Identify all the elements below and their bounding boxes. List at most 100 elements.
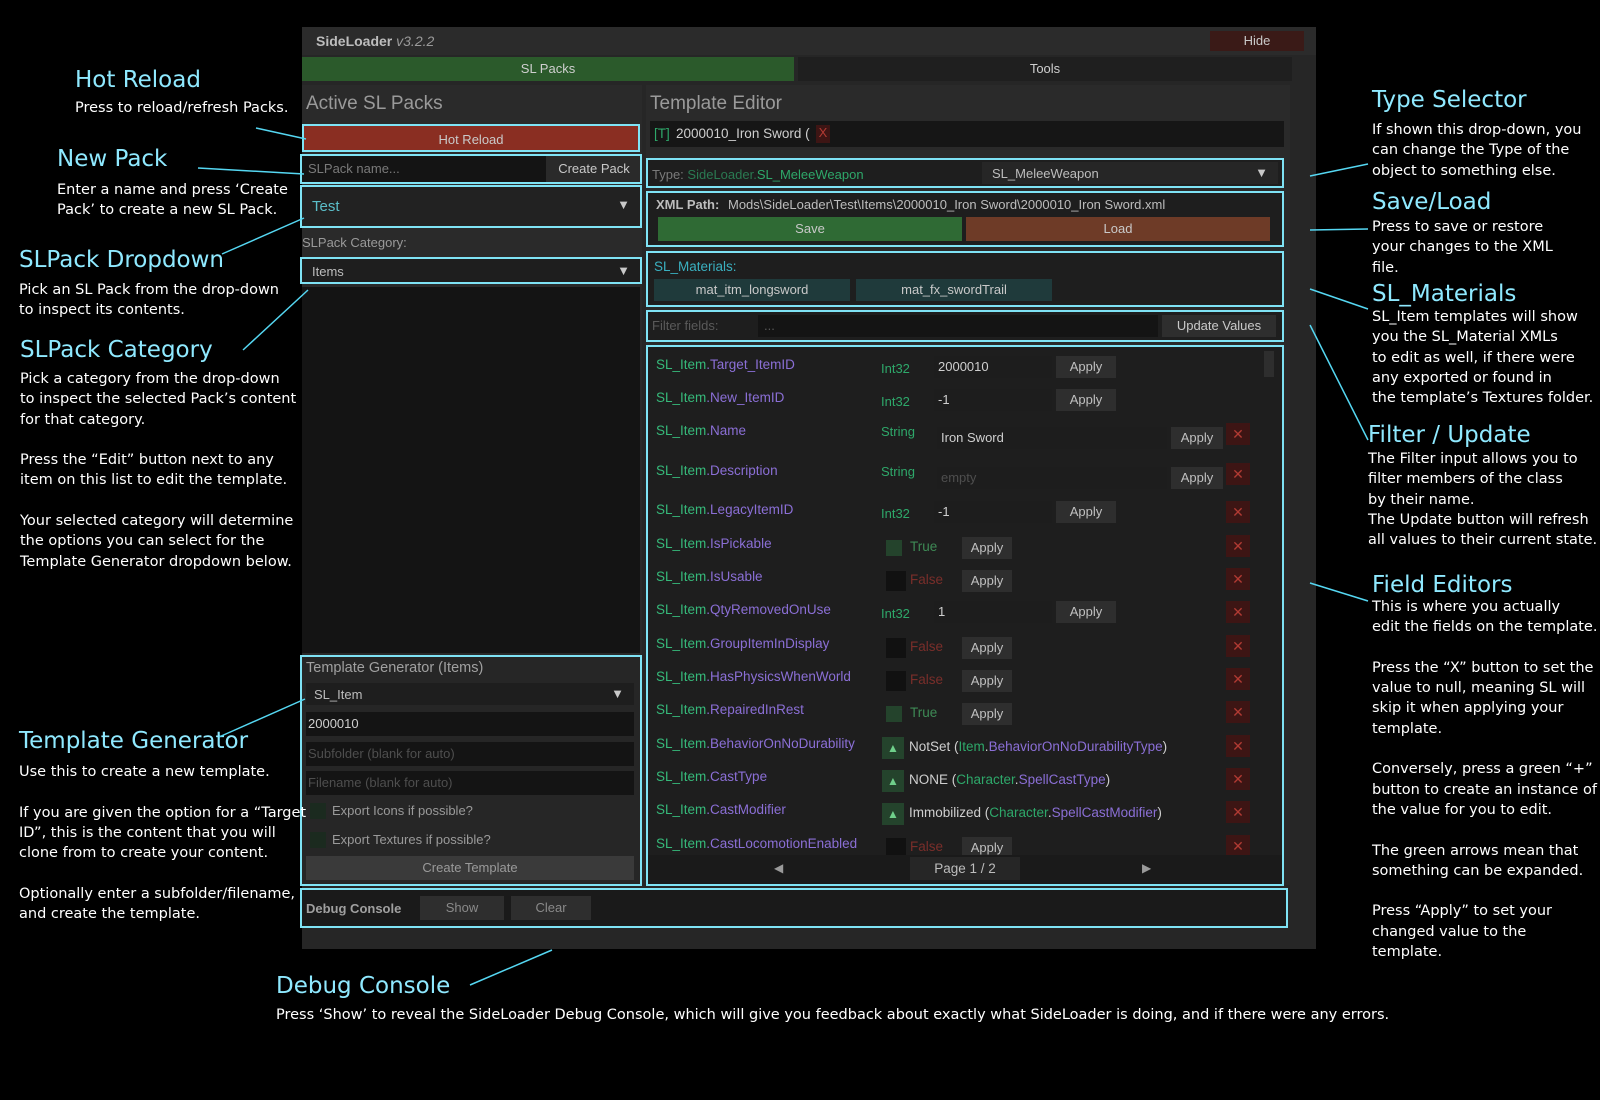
page-indicator: Page 1 / 2 bbox=[910, 857, 1020, 880]
export-icons-checkbox[interactable] bbox=[310, 803, 326, 819]
annotation-text-new-pack: Enter a name and press ‘Create Pack’ to … bbox=[57, 182, 288, 219]
filter-input[interactable]: ... bbox=[758, 315, 1158, 337]
set-null-x-button[interactable]: ✕ bbox=[1226, 568, 1250, 590]
apply-button[interactable]: Apply bbox=[1056, 601, 1116, 623]
category-dropdown-value: Items bbox=[312, 264, 344, 279]
debug-clear-button[interactable]: Clear bbox=[511, 896, 591, 920]
pack-dropdown[interactable]: Test ▼ bbox=[302, 187, 640, 226]
apply-button[interactable]: Apply bbox=[962, 703, 1012, 725]
set-null-x-button[interactable]: ✕ bbox=[1226, 835, 1250, 855]
enum-class: Character bbox=[989, 805, 1048, 820]
field-value-input[interactable]: -1 bbox=[934, 389, 1052, 411]
target-id-input[interactable]: 2000010 bbox=[306, 712, 634, 736]
pack-name-input[interactable]: SLPack name... bbox=[302, 156, 546, 182]
callout-line-save-load bbox=[1309, 228, 1369, 231]
field-value-input[interactable]: -1 bbox=[934, 501, 1052, 523]
set-null-x-button[interactable]: ✕ bbox=[1226, 635, 1250, 657]
set-null-x-button[interactable]: ✕ bbox=[1226, 463, 1250, 485]
field-bool-checkbox[interactable] bbox=[886, 571, 906, 591]
next-page-icon[interactable]: ▶ bbox=[1142, 861, 1151, 875]
pack-dropdown-value: Test bbox=[312, 198, 340, 215]
apply-button[interactable]: Apply bbox=[962, 837, 1012, 855]
tab-sl-packs[interactable]: SL Packs bbox=[302, 57, 794, 81]
field-bool-checkbox[interactable] bbox=[886, 540, 902, 556]
load-button[interactable]: Load bbox=[966, 217, 1270, 241]
title-bar[interactable]: SideLoader v3.2.2 Hide bbox=[302, 27, 1316, 55]
field-class: SL_Item bbox=[656, 736, 707, 751]
field-value-input[interactable]: empty bbox=[937, 467, 1167, 489]
category-items-list[interactable] bbox=[302, 287, 640, 653]
enum-type: SpellCastModifier bbox=[1051, 805, 1158, 820]
apply-button[interactable]: Apply bbox=[962, 670, 1012, 692]
export-textures-checkbox[interactable] bbox=[310, 832, 326, 848]
set-null-x-button[interactable]: ✕ bbox=[1226, 601, 1250, 623]
close-template-icon[interactable]: X bbox=[816, 125, 830, 143]
apply-button[interactable]: Apply bbox=[1171, 467, 1223, 489]
category-dropdown[interactable]: Items ▼ bbox=[302, 259, 640, 282]
field-list[interactable]: SL_Item.Target_ItemID Int32 2000010 Apply SL… bbox=[648, 347, 1268, 855]
prev-page-icon[interactable]: ◀ bbox=[774, 861, 783, 875]
field-class: SL_Item bbox=[656, 669, 707, 684]
template-type-dropdown[interactable]: SL_Item ▼ bbox=[306, 683, 634, 705]
apply-button[interactable]: Apply bbox=[962, 537, 1012, 559]
field-class: SL_Item bbox=[656, 357, 707, 372]
template-type-value: SL_Item bbox=[314, 687, 363, 702]
field-member: GroupItemInDisplay bbox=[710, 636, 830, 651]
tab-tools[interactable]: Tools bbox=[798, 57, 1292, 81]
apply-button[interactable]: Apply bbox=[1056, 389, 1116, 411]
set-null-x-button[interactable]: ✕ bbox=[1226, 668, 1250, 690]
set-null-x-button[interactable]: ✕ bbox=[1226, 423, 1250, 445]
create-pack-button[interactable]: Create Pack bbox=[548, 156, 640, 182]
active-packs-title: Active SL Packs bbox=[306, 93, 443, 114]
field-row-new_itemid: SL_Item.New_ItemID Int32 -1 Apply bbox=[648, 388, 1258, 422]
field-class: SL_Item bbox=[656, 423, 707, 438]
field-bool-checkbox[interactable] bbox=[886, 638, 906, 658]
field-member: CastModifier bbox=[710, 802, 786, 817]
debug-show-button[interactable]: Show bbox=[420, 896, 504, 920]
subfolder-input[interactable]: Subfolder (blank for auto) bbox=[306, 742, 634, 766]
set-null-x-button[interactable]: ✕ bbox=[1226, 535, 1250, 557]
callout-line-type-selector bbox=[1309, 163, 1369, 177]
expand-arrow-icon[interactable]: ▲ bbox=[882, 803, 904, 825]
field-value-input[interactable]: 1 bbox=[934, 601, 1052, 623]
apply-button[interactable]: Apply bbox=[1056, 501, 1116, 523]
material-button-swordtrail[interactable]: mat_fx_swordTrail bbox=[856, 279, 1052, 301]
type-dropdown[interactable]: SL_MeleeWeapon ▼ bbox=[982, 162, 1278, 184]
save-load-panel: XML Path: Mods\SideLoader\Test\Items\200… bbox=[648, 193, 1282, 245]
annotation-text-field-editors: This is where you actually edit the fiel… bbox=[1372, 599, 1598, 961]
expand-arrow-icon[interactable]: ▲ bbox=[882, 737, 904, 759]
set-null-x-button[interactable]: ✕ bbox=[1226, 501, 1250, 523]
field-type: String bbox=[881, 464, 915, 479]
field-name: SL_Item.Description bbox=[656, 463, 778, 478]
field-bool-checkbox[interactable] bbox=[886, 706, 902, 722]
apply-button[interactable]: Apply bbox=[962, 637, 1012, 659]
field-row-name: SL_Item.Name String Iron Sword Apply ✕ bbox=[648, 421, 1258, 455]
field-list-scrollbar[interactable] bbox=[1264, 351, 1274, 377]
field-bool-checkbox[interactable] bbox=[886, 671, 906, 691]
enum-value: NONE bbox=[909, 772, 949, 787]
expand-arrow-icon[interactable]: ▲ bbox=[882, 770, 904, 792]
set-null-x-button[interactable]: ✕ bbox=[1226, 735, 1250, 757]
apply-button[interactable]: Apply bbox=[962, 570, 1012, 592]
set-null-x-button[interactable]: ✕ bbox=[1226, 701, 1250, 723]
set-null-x-button[interactable]: ✕ bbox=[1226, 768, 1250, 790]
field-value-input[interactable]: Iron Sword bbox=[937, 427, 1167, 449]
hot-reload-button[interactable]: Hot Reload bbox=[302, 124, 640, 152]
material-button-longsword[interactable]: mat_itm_longsword bbox=[654, 279, 850, 301]
field-type: String bbox=[881, 424, 915, 439]
field-bool-checkbox[interactable] bbox=[886, 838, 906, 855]
annotation-title-slpack-category: SLPack Category bbox=[20, 337, 213, 363]
save-button[interactable]: Save bbox=[658, 217, 962, 241]
update-values-button[interactable]: Update Values bbox=[1162, 315, 1276, 337]
field-value-input[interactable]: 2000010 bbox=[934, 356, 1052, 378]
current-template-tab[interactable]: [T] 2000010_Iron Sword ( X bbox=[650, 121, 1284, 147]
hide-button[interactable]: Hide bbox=[1210, 31, 1304, 51]
app-title: SideLoader v3.2.2 bbox=[316, 33, 435, 49]
create-template-button[interactable]: Create Template bbox=[306, 856, 634, 880]
filename-input[interactable]: Filename (blank for auto) bbox=[306, 771, 634, 795]
set-null-x-button[interactable]: ✕ bbox=[1226, 801, 1250, 823]
field-bool-value: False bbox=[910, 639, 944, 654]
apply-button[interactable]: Apply bbox=[1056, 356, 1116, 378]
apply-button[interactable]: Apply bbox=[1171, 427, 1223, 449]
field-class: SL_Item bbox=[656, 602, 707, 617]
